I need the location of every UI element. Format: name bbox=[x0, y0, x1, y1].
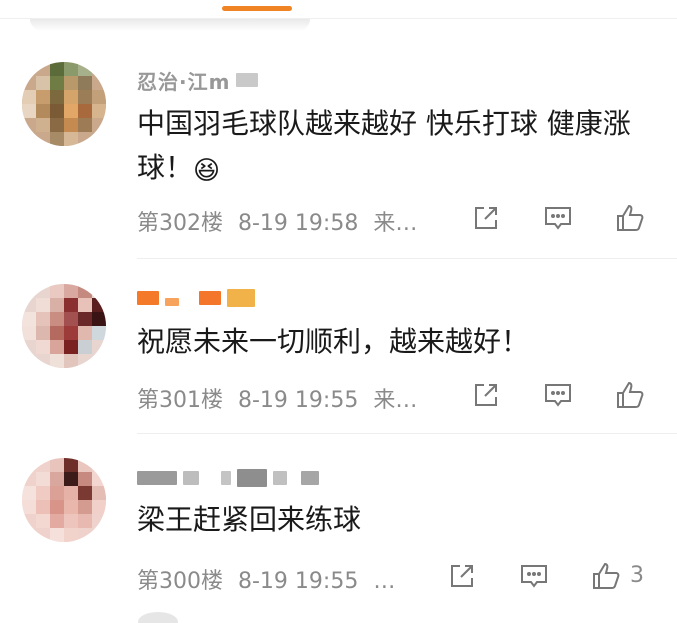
comment-meta: 第301楼 8-19 19:55 来… bbox=[137, 382, 425, 414]
comment-text: 祝愿未来一切顺利，越来越好！ bbox=[137, 325, 530, 358]
next-avatar-peek bbox=[138, 612, 178, 623]
username[interactable] bbox=[137, 464, 325, 492]
share-button[interactable] bbox=[468, 377, 504, 413]
like-icon bbox=[593, 562, 620, 589]
like-icon bbox=[617, 204, 644, 231]
top-divider bbox=[0, 18, 677, 19]
like-icon bbox=[617, 381, 644, 408]
reply-button[interactable] bbox=[540, 200, 576, 236]
floor-number: 第302楼 bbox=[137, 211, 223, 236]
comment-meta: 第300楼 8-19 19:55 … bbox=[137, 563, 403, 595]
comment-icon bbox=[545, 207, 571, 230]
divider bbox=[137, 433, 677, 434]
username[interactable] bbox=[137, 284, 261, 312]
share-icon bbox=[475, 384, 497, 406]
like-button[interactable] bbox=[612, 200, 648, 236]
like-count: 3 bbox=[630, 563, 644, 588]
source: 来… bbox=[373, 388, 418, 413]
divider bbox=[137, 258, 677, 259]
source: 来… bbox=[373, 211, 418, 236]
username[interactable]: 忍治·江m bbox=[137, 66, 259, 95]
tab-indicator bbox=[222, 6, 292, 11]
username-text[interactable]: 忍治·江m bbox=[137, 66, 230, 95]
like-button[interactable] bbox=[588, 558, 624, 594]
avatar[interactable] bbox=[22, 284, 106, 368]
floor-number: 第300楼 bbox=[137, 569, 223, 594]
timestamp: 8-19 19:55 bbox=[238, 388, 359, 413]
comment-text: 中国羽毛球队越来越好 快乐打球 健康涨球！😆 bbox=[137, 102, 657, 193]
timestamp: 8-19 19:55 bbox=[238, 569, 359, 594]
share-button[interactable] bbox=[444, 558, 480, 594]
reply-button[interactable] bbox=[516, 558, 552, 594]
comment-meta: 第302楼 8-19 19:58 来… bbox=[137, 205, 425, 237]
comment-icon bbox=[521, 565, 547, 588]
comment-text: 梁王赶紧回来练球 bbox=[137, 503, 362, 536]
floor-number: 第301楼 bbox=[137, 388, 223, 413]
avatar[interactable] bbox=[22, 458, 106, 542]
reply-button[interactable] bbox=[540, 377, 576, 413]
share-button[interactable] bbox=[468, 200, 504, 236]
laughing-emoji: 😆 bbox=[193, 156, 221, 186]
share-icon bbox=[451, 565, 473, 587]
source: … bbox=[373, 569, 396, 594]
timestamp: 8-19 19:58 bbox=[238, 211, 359, 236]
avatar[interactable] bbox=[22, 62, 106, 146]
comment-icon bbox=[545, 384, 571, 407]
share-icon bbox=[475, 207, 497, 229]
top-shadow bbox=[30, 19, 310, 31]
like-button[interactable] bbox=[612, 377, 648, 413]
